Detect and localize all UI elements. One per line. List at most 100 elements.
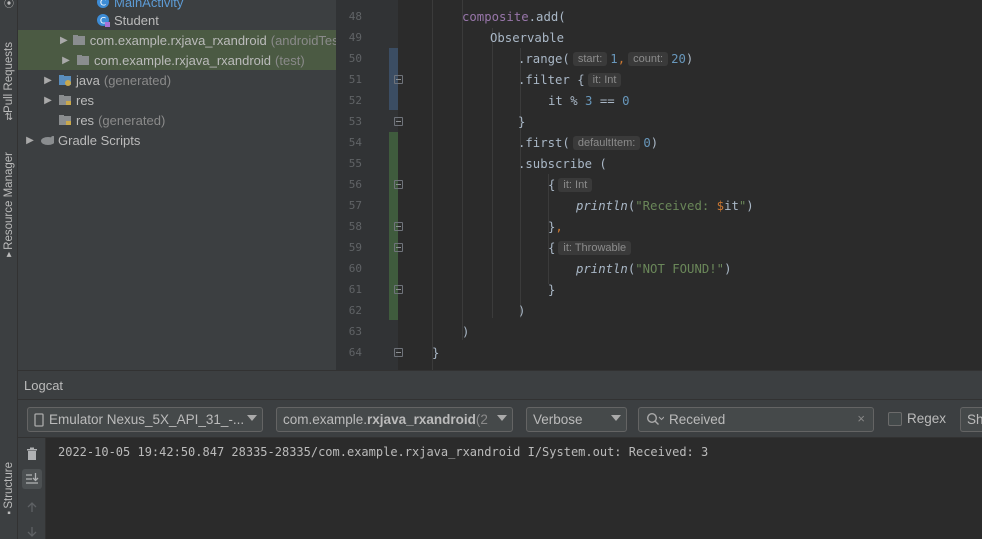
pull-requests-tab[interactable]: Pull Requests ⇅ bbox=[0, 42, 18, 123]
code-line-62: ) bbox=[518, 300, 525, 321]
fold-marker[interactable] bbox=[394, 348, 403, 357]
clear-search-icon[interactable]: × bbox=[857, 411, 865, 426]
code-token: { bbox=[548, 177, 556, 192]
fold-marker[interactable] bbox=[394, 117, 403, 126]
code-line-58: }, bbox=[548, 216, 563, 237]
line-number: 51 bbox=[348, 73, 362, 86]
clear-logcat-button[interactable] bbox=[22, 444, 42, 464]
code-line-57: println("Received: $ it ") bbox=[576, 195, 754, 216]
code-token: composite bbox=[462, 9, 529, 24]
tree-item-student[interactable]: C Student bbox=[18, 10, 336, 30]
code-token: ) bbox=[518, 303, 526, 318]
code-token: == bbox=[592, 93, 623, 108]
logcat-side-toolbar bbox=[18, 438, 46, 539]
tree-item-res-generated[interactable]: res (generated) bbox=[18, 110, 336, 130]
chevron-right-icon[interactable]: ▶ bbox=[60, 54, 72, 66]
code-token: .filter { bbox=[518, 72, 585, 87]
show-only-selected-selector[interactable]: Sh bbox=[960, 407, 982, 432]
fold-marker[interactable] bbox=[394, 222, 403, 231]
code-token: Observable bbox=[490, 30, 565, 45]
commit-tab[interactable]: ⦿ bbox=[0, 0, 18, 10]
code-line-52: it % 3 == 0 bbox=[548, 90, 629, 111]
process-selector[interactable]: com.example. rxjava_rxandroid (2 bbox=[276, 407, 513, 432]
chevron-right-icon[interactable]: ▶ bbox=[60, 34, 68, 46]
fold-marker[interactable] bbox=[394, 180, 403, 189]
search-input[interactable] bbox=[669, 411, 849, 428]
code-token: } bbox=[548, 219, 556, 234]
fold-marker[interactable] bbox=[394, 75, 403, 84]
tree-item-suffix: (generated) bbox=[98, 112, 166, 128]
code-line-48: composite .add( bbox=[462, 6, 566, 27]
code-line-50: .range(start: 1, count: 20) bbox=[518, 48, 693, 69]
code-token: println bbox=[576, 198, 628, 213]
chevron-right-icon[interactable]: ▶ bbox=[42, 74, 54, 86]
log-level-selector[interactable]: Verbose bbox=[526, 407, 627, 432]
regex-checkbox[interactable] bbox=[888, 412, 902, 426]
code-token: "NOT FOUND!" bbox=[635, 261, 725, 276]
log-level-label: Verbose bbox=[533, 412, 583, 427]
log-search-field[interactable]: × bbox=[638, 407, 874, 432]
device-label: Emulator Nexus_5X_API_31_-... bbox=[49, 412, 245, 427]
down-stack-trace-button[interactable] bbox=[22, 522, 42, 539]
code-editor[interactable]: 48 49 50 51 52 53 54 55 56 57 58 59 60 61 62 63 64 compo… bbox=[336, 0, 982, 370]
kotlin-class-icon: C bbox=[96, 0, 110, 9]
code-line-63: ) bbox=[462, 321, 469, 342]
fold-marker[interactable] bbox=[394, 285, 403, 294]
device-icon bbox=[34, 412, 44, 427]
generated-folder-icon bbox=[58, 73, 72, 87]
code-token: 20 bbox=[671, 51, 686, 66]
tree-item-label: res bbox=[76, 112, 95, 128]
line-number: 56 bbox=[348, 178, 362, 191]
line-number: 62 bbox=[348, 304, 362, 317]
code-token: println bbox=[576, 261, 628, 276]
fold-marker[interactable] bbox=[394, 243, 403, 252]
left-tool-strip: ⦿ Pull Requests ⇅ Resource Manager ▴ Str… bbox=[0, 0, 18, 539]
code-token: , bbox=[617, 51, 626, 66]
code-line-59: {it: Throwable bbox=[548, 237, 634, 258]
res-folder-icon bbox=[58, 93, 72, 107]
tree-item-test-package[interactable]: ▶ com.example.rxjava_rxandroid (test) bbox=[18, 50, 336, 70]
line-number: 59 bbox=[348, 241, 362, 254]
indent-guide bbox=[462, 0, 463, 340]
parameter-hint: start: bbox=[572, 51, 608, 66]
code-token: } bbox=[432, 345, 440, 360]
trash-icon bbox=[27, 447, 37, 460]
line-number: 57 bbox=[348, 199, 362, 212]
code-line-56: {it: Int bbox=[548, 174, 595, 195]
code-token: .subscribe ( bbox=[518, 156, 607, 171]
tree-item-android-test-package[interactable]: ▶ com.example.rxjava_rxandroid (androidT… bbox=[18, 30, 336, 50]
tree-item-suffix: (test) bbox=[275, 52, 305, 68]
chevron-right-icon[interactable]: ▶ bbox=[42, 94, 54, 106]
device-selector[interactable]: Emulator Nexus_5X_API_31_-... bbox=[27, 407, 263, 432]
chevron-right-icon[interactable]: ▶ bbox=[24, 134, 36, 146]
code-line-55: .subscribe ( bbox=[518, 153, 607, 174]
logcat-output[interactable]: 2022-10-05 19:42:50.847 28335-28335/com.… bbox=[47, 438, 982, 539]
svg-text:C: C bbox=[100, 0, 106, 9]
code-token: " bbox=[738, 198, 747, 213]
process-prefix: com.example. bbox=[283, 412, 368, 427]
parameter-hint: defaultItem: bbox=[572, 135, 641, 150]
line-number: 49 bbox=[348, 31, 362, 44]
chevron-down-icon bbox=[611, 415, 621, 421]
arrow-down-icon bbox=[27, 527, 37, 537]
parameter-hint: count: bbox=[628, 51, 669, 66]
process-name: rxjava_rxandroid bbox=[367, 412, 476, 427]
tree-item-res[interactable]: ▶ res bbox=[18, 90, 336, 110]
up-stack-trace-button[interactable] bbox=[22, 497, 42, 517]
line-number: 52 bbox=[348, 94, 362, 107]
code-token: 1 bbox=[610, 51, 618, 66]
show-only-label: Sh bbox=[967, 412, 982, 427]
tree-item-java-generated[interactable]: ▶ java (generated) bbox=[18, 70, 336, 90]
search-icon[interactable] bbox=[646, 412, 665, 433]
scroll-to-end-button[interactable] bbox=[22, 469, 42, 489]
res-folder-icon bbox=[58, 113, 72, 127]
tree-item-label: Student bbox=[114, 12, 159, 28]
code-line-64: } bbox=[432, 342, 439, 363]
code-token: } bbox=[518, 114, 526, 129]
tree-item-label: res bbox=[76, 92, 95, 108]
logcat-toolbar: Emulator Nexus_5X_API_31_-... com.exampl… bbox=[18, 400, 982, 438]
tree-item-gradle-scripts[interactable]: ▶ Gradle Scripts bbox=[18, 130, 336, 150]
resource-manager-tab[interactable]: Resource Manager ▴ bbox=[0, 152, 18, 260]
structure-tab[interactable]: Structure ▪ bbox=[0, 462, 18, 519]
tree-item-suffix: (generated) bbox=[103, 72, 172, 88]
